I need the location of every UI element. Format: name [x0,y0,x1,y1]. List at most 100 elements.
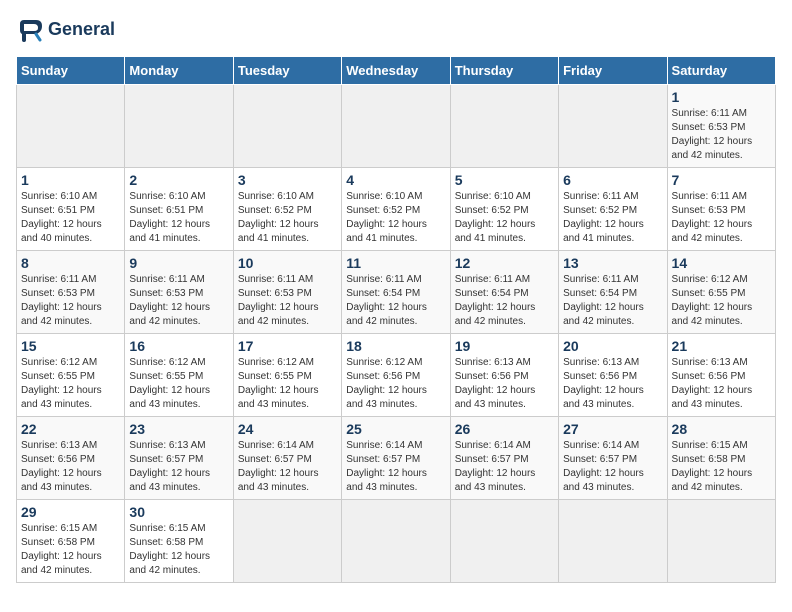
day-info: Sunrise: 6:15 AM Sunset: 6:58 PM Dayligh… [21,522,120,578]
calendar-cell: 7 Sunrise: 6:11 AM Sunset: 6:53 PM Dayli… [667,168,775,251]
calendar-cell: 5 Sunrise: 6:10 AM Sunset: 6:52 PM Dayli… [450,168,558,251]
day-info: Sunrise: 6:11 AM Sunset: 6:52 PM Dayligh… [563,190,662,246]
calendar-cell: 2 Sunrise: 6:10 AM Sunset: 6:51 PM Dayli… [125,168,233,251]
calendar-cell: 12 Sunrise: 6:11 AM Sunset: 6:54 PM Dayl… [450,251,558,334]
calendar-week-5: 29 Sunrise: 6:15 AM Sunset: 6:58 PM Dayl… [17,500,776,583]
day-number: 23 [129,421,228,437]
calendar-week-0: 1 Sunrise: 6:11 AM Sunset: 6:53 PM Dayli… [17,85,776,168]
day-info: Sunrise: 6:10 AM Sunset: 6:51 PM Dayligh… [21,190,120,246]
day-number: 5 [455,172,554,188]
calendar-cell [667,500,775,583]
day-number: 28 [672,421,771,437]
day-info: Sunrise: 6:11 AM Sunset: 6:54 PM Dayligh… [346,273,445,329]
calendar-cell: 11 Sunrise: 6:11 AM Sunset: 6:54 PM Dayl… [342,251,450,334]
day-info: Sunrise: 6:12 AM Sunset: 6:56 PM Dayligh… [346,356,445,412]
day-number: 24 [238,421,337,437]
day-info: Sunrise: 6:11 AM Sunset: 6:53 PM Dayligh… [672,190,771,246]
calendar-cell: 14 Sunrise: 6:12 AM Sunset: 6:55 PM Dayl… [667,251,775,334]
day-number: 19 [455,338,554,354]
calendar-cell [559,500,667,583]
day-number: 3 [238,172,337,188]
day-info: Sunrise: 6:12 AM Sunset: 6:55 PM Dayligh… [672,273,771,329]
calendar-cell: 9 Sunrise: 6:11 AM Sunset: 6:53 PM Dayli… [125,251,233,334]
weekday-thursday: Thursday [450,57,558,85]
day-number: 1 [672,89,771,105]
day-info: Sunrise: 6:11 AM Sunset: 6:54 PM Dayligh… [455,273,554,329]
day-number: 30 [129,504,228,520]
calendar-cell: 10 Sunrise: 6:11 AM Sunset: 6:53 PM Dayl… [233,251,341,334]
day-info: Sunrise: 6:13 AM Sunset: 6:56 PM Dayligh… [563,356,662,412]
day-info: Sunrise: 6:11 AM Sunset: 6:53 PM Dayligh… [672,107,771,163]
calendar-cell: 21 Sunrise: 6:13 AM Sunset: 6:56 PM Dayl… [667,334,775,417]
calendar-cell: 6 Sunrise: 6:11 AM Sunset: 6:52 PM Dayli… [559,168,667,251]
day-number: 2 [129,172,228,188]
calendar-cell: 19 Sunrise: 6:13 AM Sunset: 6:56 PM Dayl… [450,334,558,417]
calendar-cell [342,85,450,168]
calendar-cell: 4 Sunrise: 6:10 AM Sunset: 6:52 PM Dayli… [342,168,450,251]
day-info: Sunrise: 6:15 AM Sunset: 6:58 PM Dayligh… [672,439,771,495]
day-info: Sunrise: 6:12 AM Sunset: 6:55 PM Dayligh… [21,356,120,412]
calendar-cell [559,85,667,168]
calendar-cell: 1 Sunrise: 6:10 AM Sunset: 6:51 PM Dayli… [17,168,125,251]
day-number: 21 [672,338,771,354]
day-number: 26 [455,421,554,437]
day-info: Sunrise: 6:14 AM Sunset: 6:57 PM Dayligh… [346,439,445,495]
calendar-cell: 25 Sunrise: 6:14 AM Sunset: 6:57 PM Dayl… [342,417,450,500]
day-number: 25 [346,421,445,437]
weekday-sunday: Sunday [17,57,125,85]
calendar-week-4: 22 Sunrise: 6:13 AM Sunset: 6:56 PM Dayl… [17,417,776,500]
calendar-week-2: 8 Sunrise: 6:11 AM Sunset: 6:53 PM Dayli… [17,251,776,334]
day-info: Sunrise: 6:14 AM Sunset: 6:57 PM Dayligh… [238,439,337,495]
calendar-cell [125,85,233,168]
calendar-cell: 1 Sunrise: 6:11 AM Sunset: 6:53 PM Dayli… [667,85,775,168]
day-info: Sunrise: 6:11 AM Sunset: 6:53 PM Dayligh… [21,273,120,329]
day-number: 13 [563,255,662,271]
day-info: Sunrise: 6:15 AM Sunset: 6:58 PM Dayligh… [129,522,228,578]
day-info: Sunrise: 6:11 AM Sunset: 6:53 PM Dayligh… [238,273,337,329]
calendar-cell: 18 Sunrise: 6:12 AM Sunset: 6:56 PM Dayl… [342,334,450,417]
calendar-cell: 16 Sunrise: 6:12 AM Sunset: 6:55 PM Dayl… [125,334,233,417]
calendar-cell: 22 Sunrise: 6:13 AM Sunset: 6:56 PM Dayl… [17,417,125,500]
calendar-cell: 15 Sunrise: 6:12 AM Sunset: 6:55 PM Dayl… [17,334,125,417]
day-info: Sunrise: 6:10 AM Sunset: 6:51 PM Dayligh… [129,190,228,246]
calendar-cell: 29 Sunrise: 6:15 AM Sunset: 6:58 PM Dayl… [17,500,125,583]
calendar-cell [17,85,125,168]
day-info: Sunrise: 6:10 AM Sunset: 6:52 PM Dayligh… [346,190,445,246]
calendar-cell: 8 Sunrise: 6:11 AM Sunset: 6:53 PM Dayli… [17,251,125,334]
calendar-cell: 3 Sunrise: 6:10 AM Sunset: 6:52 PM Dayli… [233,168,341,251]
day-number: 20 [563,338,662,354]
weekday-wednesday: Wednesday [342,57,450,85]
calendar-week-1: 1 Sunrise: 6:10 AM Sunset: 6:51 PM Dayli… [17,168,776,251]
weekday-tuesday: Tuesday [233,57,341,85]
day-info: Sunrise: 6:12 AM Sunset: 6:55 PM Dayligh… [238,356,337,412]
day-info: Sunrise: 6:13 AM Sunset: 6:56 PM Dayligh… [455,356,554,412]
day-number: 15 [21,338,120,354]
weekday-header-row: SundayMondayTuesdayWednesdayThursdayFrid… [17,57,776,85]
calendar-cell: 23 Sunrise: 6:13 AM Sunset: 6:57 PM Dayl… [125,417,233,500]
calendar-week-3: 15 Sunrise: 6:12 AM Sunset: 6:55 PM Dayl… [17,334,776,417]
calendar-cell [233,500,341,583]
weekday-friday: Friday [559,57,667,85]
day-number: 10 [238,255,337,271]
calendar-header: SundayMondayTuesdayWednesdayThursdayFrid… [17,57,776,85]
calendar-cell: 24 Sunrise: 6:14 AM Sunset: 6:57 PM Dayl… [233,417,341,500]
day-number: 1 [21,172,120,188]
calendar-table: SundayMondayTuesdayWednesdayThursdayFrid… [16,56,776,583]
calendar-cell: 17 Sunrise: 6:12 AM Sunset: 6:55 PM Dayl… [233,334,341,417]
calendar-cell: 27 Sunrise: 6:14 AM Sunset: 6:57 PM Dayl… [559,417,667,500]
weekday-monday: Monday [125,57,233,85]
day-info: Sunrise: 6:10 AM Sunset: 6:52 PM Dayligh… [455,190,554,246]
logo: General [16,16,115,44]
calendar-cell [450,85,558,168]
day-info: Sunrise: 6:12 AM Sunset: 6:55 PM Dayligh… [129,356,228,412]
day-number: 18 [346,338,445,354]
day-number: 29 [21,504,120,520]
day-info: Sunrise: 6:13 AM Sunset: 6:56 PM Dayligh… [21,439,120,495]
day-info: Sunrise: 6:10 AM Sunset: 6:52 PM Dayligh… [238,190,337,246]
day-number: 11 [346,255,445,271]
day-number: 14 [672,255,771,271]
day-number: 17 [238,338,337,354]
day-info: Sunrise: 6:14 AM Sunset: 6:57 PM Dayligh… [455,439,554,495]
calendar-cell [342,500,450,583]
page-header: General [16,16,776,44]
